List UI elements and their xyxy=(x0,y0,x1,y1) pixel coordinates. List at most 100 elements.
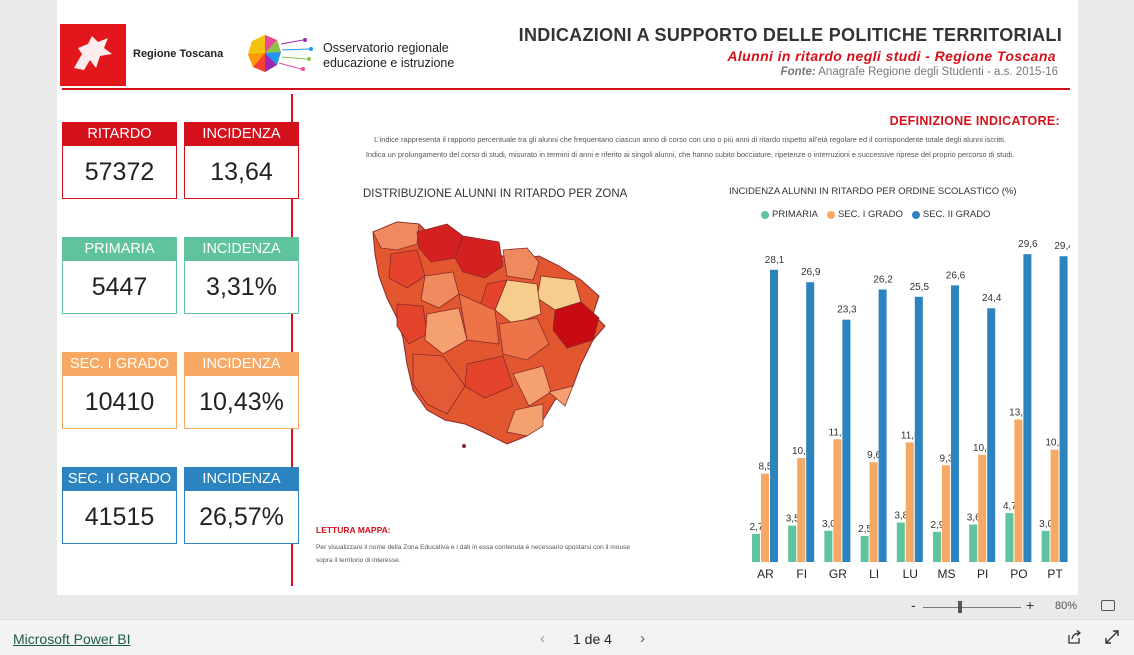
chart-legend: PRIMARIA SEC. I GRADO SEC. II GRADO xyxy=(761,209,990,220)
category-label-ms: MS xyxy=(938,567,956,581)
legend-item-sec2[interactable]: SEC. II GRADO xyxy=(911,209,991,220)
data-label-ms-2: 26,6 xyxy=(946,270,966,281)
prev-page-button[interactable]: ‹ xyxy=(540,630,545,647)
bar-ar-1[interactable] xyxy=(761,473,769,562)
legend-dot-sec1 xyxy=(826,210,835,219)
bar-lu-1[interactable] xyxy=(905,442,914,562)
bar-fi-1[interactable] xyxy=(797,458,806,562)
report-title: INDICAZIONI A SUPPORTO DELLE POLITICHE T… xyxy=(518,25,1062,45)
kpi-ritardo-incidenza-label: INCIDENZA xyxy=(185,123,298,146)
bar-ar-0[interactable] xyxy=(752,533,760,562)
kpi-sec2-incidenza-value: 26,57% xyxy=(199,503,284,531)
kpi-sec2-card[interactable]: SEC. II GRADO 41515 xyxy=(62,467,177,544)
fit-to-page-icon[interactable] xyxy=(1101,600,1115,611)
bar-gr-0[interactable] xyxy=(824,530,833,562)
bar-po-1[interactable] xyxy=(1014,419,1023,562)
legend-item-sec1[interactable]: SEC. I GRADO xyxy=(826,209,903,220)
kpi-sec1-card[interactable]: SEC. I GRADO 10410 xyxy=(62,352,177,429)
source-text: Anagrafe Regione degli Studenti - a.s. 2… xyxy=(815,66,1058,78)
regione-toscana-logo xyxy=(60,24,126,86)
bar-lu-2[interactable] xyxy=(914,296,923,562)
power-bi-link[interactable]: Microsoft Power BI xyxy=(13,631,130,647)
footer-bar: Microsoft Power BI ‹ 1 de 4 › xyxy=(0,619,1134,655)
kpi-ritardo-card[interactable]: RITARDO 57372 xyxy=(62,122,177,199)
bar-gr-2[interactable] xyxy=(842,319,851,562)
bar-pi-0[interactable] xyxy=(969,524,978,562)
category-label-pt: PT xyxy=(1047,567,1063,581)
bar-fi-0[interactable] xyxy=(788,525,797,562)
data-label-fi-2: 26,9 xyxy=(801,267,821,278)
kpi-sec1-value: 10410 xyxy=(84,388,155,416)
report-subtitle: Alunni in ritardo negli studi - Regione … xyxy=(727,48,1056,64)
chart-title: INCIDENZA ALUNNI IN RITARDO PER ORDINE S… xyxy=(729,186,1017,197)
bar-gr-1[interactable] xyxy=(833,439,842,562)
zoom-in-button[interactable]: + xyxy=(1026,597,1034,613)
category-label-ar: AR xyxy=(757,567,774,581)
share-icon[interactable] xyxy=(1066,629,1082,645)
report-canvas: Regione Toscana Osservatorio regionale e… xyxy=(57,0,1078,595)
report-source: Fonte: Anagrafe Regione degli Studenti -… xyxy=(781,66,1058,78)
category-label-lu: LU xyxy=(903,567,918,581)
observatory-name: Osservatorio regionale educazione e istr… xyxy=(323,41,454,71)
kpi-ritardo-incidenza-value: 13,64 xyxy=(210,158,273,186)
definition-line1: L'indice rappresenta il rapporto percent… xyxy=(374,135,1006,144)
kpi-primaria-incidenza-value: 3,31% xyxy=(206,273,277,301)
kpi-sec2-label: SEC. II GRADO xyxy=(63,468,176,491)
kpi-ritardo-label: RITARDO xyxy=(63,123,176,146)
kpi-ritardo-incidenza-card[interactable]: INCIDENZA 13,64 xyxy=(184,122,299,199)
bar-pt-0[interactable] xyxy=(1041,530,1050,562)
bar-fi-2[interactable] xyxy=(806,282,815,562)
bar-pt-1[interactable] xyxy=(1050,449,1059,562)
kpi-sec2-incidenza-label: INCIDENZA xyxy=(185,468,298,491)
kpi-primaria-label: PRIMARIA xyxy=(63,238,176,261)
definition-title: DEFINIZIONE INDICATORE: xyxy=(889,114,1060,128)
zoom-slider-track[interactable] xyxy=(923,607,1021,608)
data-label-lu-2: 25,5 xyxy=(910,282,930,293)
kpi-sec1-incidenza-value: 10,43% xyxy=(199,388,284,416)
bar-po-0[interactable] xyxy=(1005,513,1014,562)
kpi-primaria-card[interactable]: PRIMARIA 5447 xyxy=(62,237,177,314)
kpi-ritardo-value: 57372 xyxy=(84,158,155,186)
observatory-line2: educazione e istruzione xyxy=(323,56,455,70)
data-label-li-2: 26,2 xyxy=(873,275,893,286)
bar-ms-0[interactable] xyxy=(933,531,941,562)
definition-text: L'indice rappresenta il rapporto percent… xyxy=(315,132,1065,162)
kpi-primaria-incidenza-card[interactable]: INCIDENZA 3,31% xyxy=(184,237,299,314)
kpi-primaria-incidenza-label: INCIDENZA xyxy=(185,238,298,261)
org-name: Regione Toscana xyxy=(133,48,224,60)
data-label-pi-2: 24,4 xyxy=(982,293,1002,304)
bar-ms-2[interactable] xyxy=(951,285,959,562)
bar-ar-2[interactable] xyxy=(770,269,778,562)
kpi-sec1-incidenza-label: INCIDENZA xyxy=(185,353,298,376)
observatory-line1: Osservatorio regionale xyxy=(323,41,449,55)
definition-line2: Indica un prolungamento del corso di stu… xyxy=(365,150,1015,159)
zoom-slider-thumb[interactable] xyxy=(958,601,962,613)
bar-pt-2[interactable] xyxy=(1059,256,1068,562)
tuscany-choropleth-map[interactable] xyxy=(367,214,617,454)
bar-lu-0[interactable] xyxy=(896,522,905,562)
bar-li-2[interactable] xyxy=(878,289,887,562)
category-label-pi: PI xyxy=(977,567,988,581)
page-indicator: 1 de 4 xyxy=(573,630,612,647)
kpi-sec2-incidenza-card[interactable]: INCIDENZA 26,57% xyxy=(184,467,299,544)
map-title: DISTRIBUZIONE ALUNNI IN RITARDO PER ZONA xyxy=(363,188,628,200)
bar-pi-1[interactable] xyxy=(978,454,987,562)
bar-li-1[interactable] xyxy=(869,462,878,562)
data-label-ar-2: 28,1 xyxy=(765,255,785,266)
kpi-sec1-incidenza-card[interactable]: INCIDENZA 10,43% xyxy=(184,352,299,429)
legend-item-primaria[interactable]: PRIMARIA xyxy=(761,209,818,220)
legend-label-sec2: SEC. II GRADO xyxy=(922,209,991,220)
next-page-button[interactable]: › xyxy=(640,630,645,647)
legend-dot-sec2 xyxy=(911,210,920,219)
map-note-text: Per visualizzare il nome della Zona Educ… xyxy=(316,541,676,567)
bar-po-2[interactable] xyxy=(1023,254,1032,562)
bar-pi-2[interactable] xyxy=(987,308,996,562)
bar-ms-1[interactable] xyxy=(942,465,950,562)
fullscreen-icon[interactable] xyxy=(1104,629,1120,645)
page-navigator: ‹ 1 de 4 › xyxy=(540,630,645,647)
map-note-title: LETTURA MAPPA: xyxy=(316,525,391,535)
category-label-po: PO xyxy=(1010,567,1027,581)
incidence-bar-chart[interactable]: 2,78,528,1AR3,510,026,9FI3,011,823,3GR2,… xyxy=(690,228,1070,588)
zoom-out-button[interactable]: - xyxy=(911,597,916,613)
bar-li-0[interactable] xyxy=(860,536,869,562)
